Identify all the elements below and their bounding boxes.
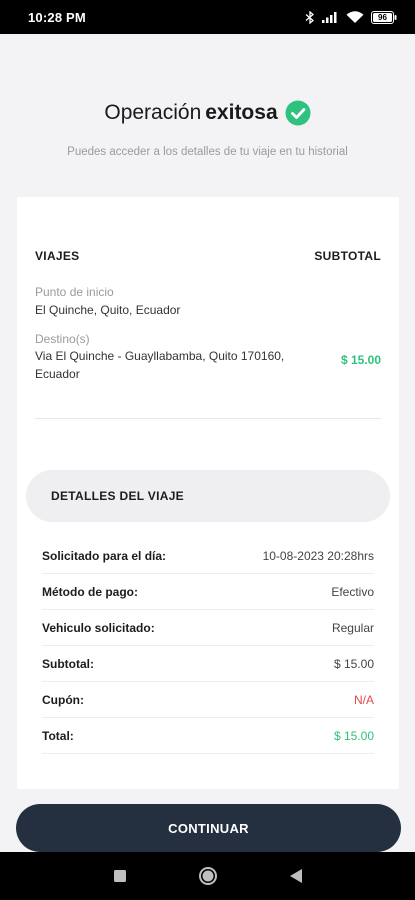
coupon-label: Cupón: [42, 692, 84, 707]
destination-label: Destino(s) [35, 332, 90, 346]
payment-method-label: Método de pago: [42, 584, 138, 599]
title-strong: exitosa [205, 101, 278, 124]
trip-price: $ 15.00 [340, 353, 381, 367]
bluetooth-icon [305, 10, 315, 24]
total-value: $ 15.00 [333, 728, 374, 743]
title-prefix: Operación [104, 101, 202, 124]
subtotal-value: $ 15.00 [333, 656, 374, 671]
trip-summary-card: VIAJES SUBTOTAL Punto de inicio El Quinc… [17, 197, 399, 789]
home-icon[interactable] [198, 866, 218, 886]
divider [35, 418, 381, 419]
table-row: Subtotal: $ 15.00 [42, 646, 374, 682]
start-point-value: El Quinche, Quito, Ecuador [35, 303, 181, 317]
table-row: Método de pago: Efectivo [42, 574, 374, 610]
signal-icon [322, 11, 339, 23]
battery-level: 96 [378, 12, 387, 22]
destination-value: Via El Quinche - Guayllabamba, Quito 170… [35, 349, 285, 381]
subtotal-label: Subtotal: [42, 656, 94, 671]
back-icon[interactable] [286, 866, 306, 886]
requested-date-value: 10-08-2023 20:28hrs [262, 548, 374, 563]
table-row: Cupón: N/A [42, 682, 374, 718]
payment-method-value: Efectivo [331, 584, 374, 599]
status-time: 10:28 PM [28, 9, 86, 25]
coupon-value: N/A [353, 692, 374, 707]
page-title: Operación exitosa [0, 100, 415, 126]
status-icons: 96 [305, 10, 397, 24]
battery-icon: 96 [371, 10, 397, 24]
trip-details-table: Solicitado para el día: 10-08-2023 20:28… [42, 538, 374, 754]
table-row: Solicitado para el día: 10-08-2023 20:28… [42, 538, 374, 574]
system-nav-bar [0, 852, 415, 900]
total-label: Total: [42, 728, 74, 743]
table-row: Vehiculo solicitado: Regular [42, 610, 374, 646]
status-bar: 10:28 PM 96 [0, 0, 415, 34]
page-subtitle: Puedes acceder a los detalles de tu viaj… [67, 146, 348, 158]
continue-button[interactable]: CONTINUAR [16, 804, 401, 852]
vehicle-label: Vehiculo solicitado: [42, 620, 155, 635]
vehicle-value: Regular [331, 620, 374, 635]
recents-icon[interactable] [110, 866, 130, 886]
subtotal-column-header: SUBTOTAL [314, 249, 381, 263]
trip-details-header: DETALLES DEL VIAJE [26, 470, 390, 522]
table-row: Total: $ 15.00 [42, 718, 374, 754]
requested-date-label: Solicitado para el día: [42, 548, 167, 563]
start-point-label: Punto de inicio [35, 285, 114, 299]
check-circle-icon [285, 100, 311, 126]
wifi-icon [346, 10, 364, 24]
trips-column-header: VIAJES [35, 249, 80, 263]
